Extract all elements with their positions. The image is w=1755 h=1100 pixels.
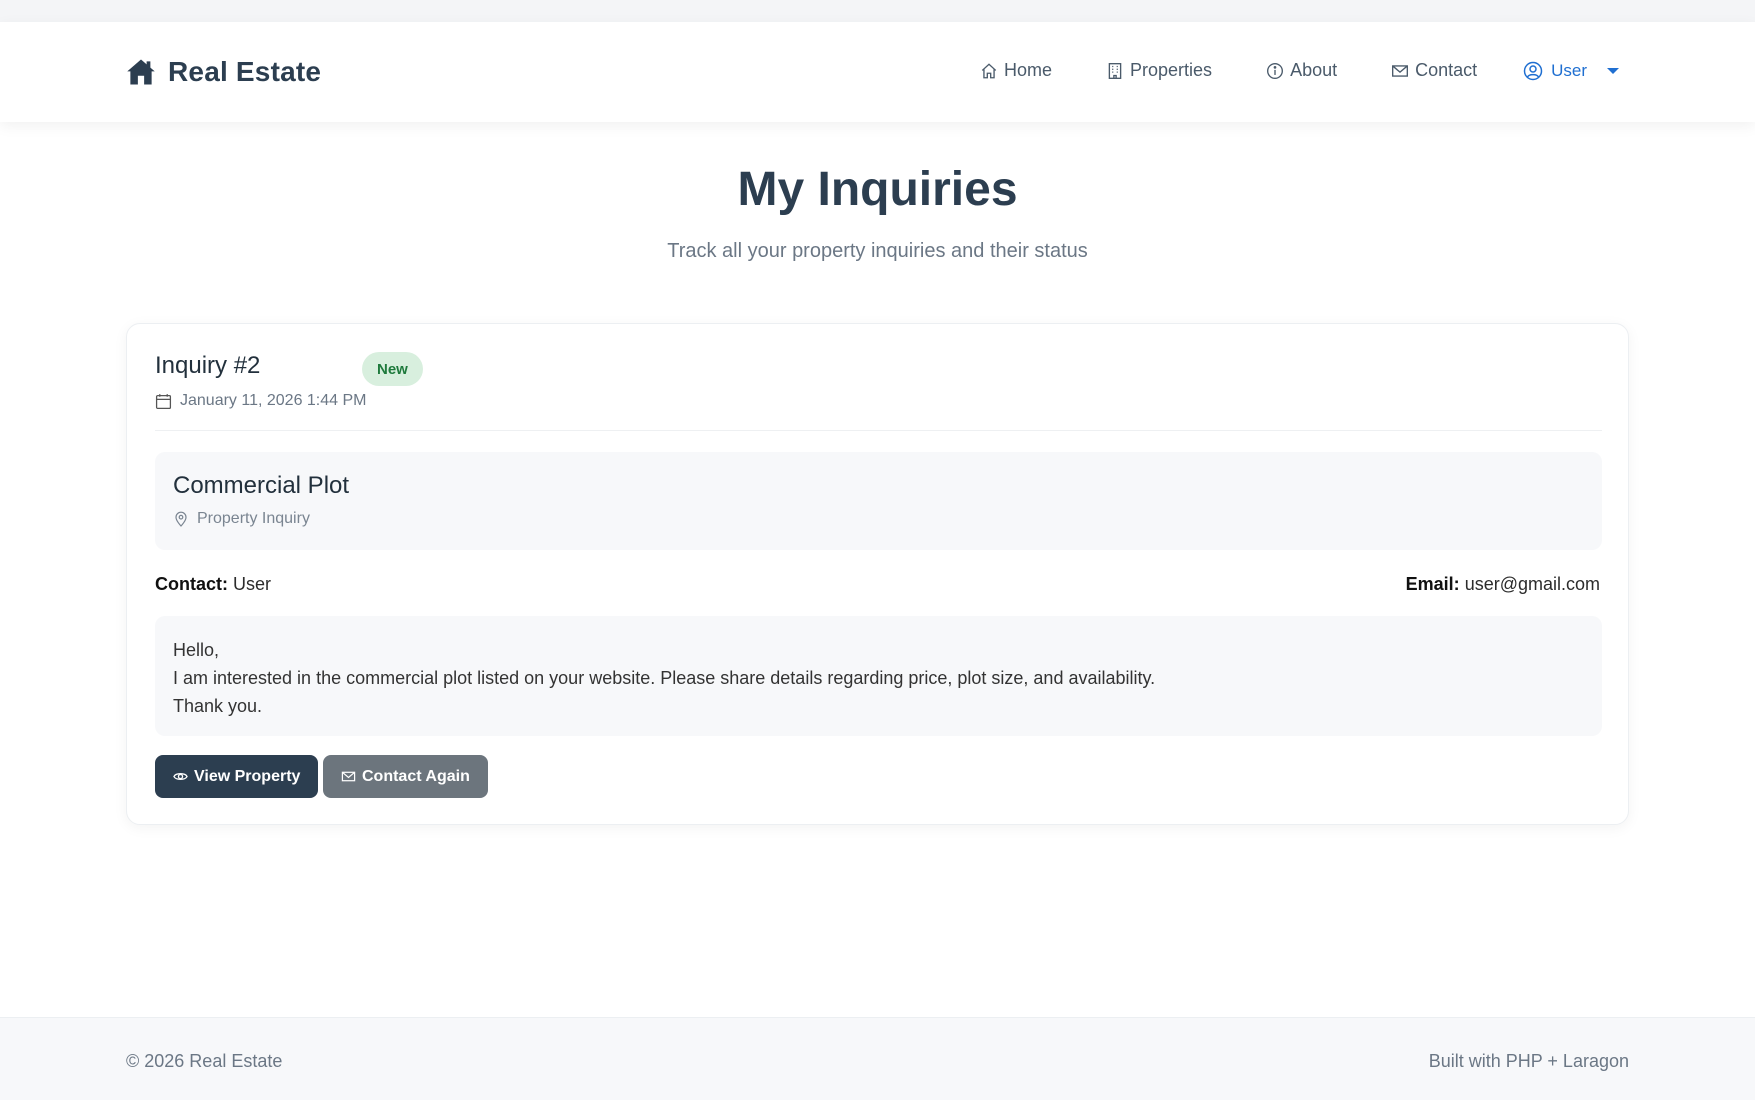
message-line: I am interested in the commercial plot l… xyxy=(173,668,1156,688)
inquiry-message: Hello, I am interested in the commercial… xyxy=(155,616,1602,736)
contact-value: User xyxy=(233,574,272,594)
nav-properties[interactable]: Properties xyxy=(1106,60,1212,81)
house-icon xyxy=(127,59,155,85)
user-circle-icon xyxy=(1523,61,1543,80)
map-pin-icon xyxy=(175,511,187,527)
navbar: Real Estate Home Properties About Contac… xyxy=(0,22,1755,122)
home-icon xyxy=(981,62,997,78)
inquiry-date-text: January 11, 2026 1:44 PM xyxy=(180,392,367,409)
info-icon xyxy=(1267,62,1284,79)
contact-again-label: Contact Again xyxy=(362,767,470,785)
divider xyxy=(155,430,1602,431)
property-name: Commercial Plot xyxy=(173,472,350,499)
eye-icon xyxy=(173,773,188,780)
page-title: My Inquiries xyxy=(737,163,1018,216)
property-type-text: Property Inquiry xyxy=(197,510,310,527)
nav-contact-label: Contact xyxy=(1415,60,1478,80)
page-subtitle: Track all your property inquiries and th… xyxy=(667,240,1088,262)
property-type: Property Inquiry xyxy=(173,510,310,528)
user-label: User xyxy=(1551,60,1588,80)
envelope-icon xyxy=(341,771,356,782)
main-nav: Home Properties About Contact User xyxy=(980,60,1620,81)
email-value: user@gmail.com xyxy=(1464,574,1600,594)
building-icon xyxy=(1108,62,1122,79)
inquiry-date: January 11, 2026 1:44 PM xyxy=(155,392,367,410)
user-dropdown[interactable]: User xyxy=(1523,60,1620,81)
email-label: Email: xyxy=(1405,574,1460,594)
nav-contact[interactable]: Contact xyxy=(1391,60,1477,81)
nav-properties-label: Properties xyxy=(1130,60,1213,80)
brand-logo[interactable]: Real Estate xyxy=(126,56,321,88)
brand-name: Real Estate xyxy=(168,56,322,87)
contact-row: Contact: User xyxy=(155,574,271,595)
view-property-label: View Property xyxy=(194,767,301,785)
email-row: Email: user@gmail.com xyxy=(1406,574,1600,595)
footer-copyright: © 2026 Real Estate xyxy=(126,1051,283,1071)
chevron-down-icon xyxy=(1607,67,1620,74)
contact-label: Contact: xyxy=(155,574,228,594)
contact-again-button[interactable]: Contact Again xyxy=(323,755,488,798)
nav-about-label: About xyxy=(1290,60,1338,80)
footer: © 2026 Real Estate Built with PHP + Lara… xyxy=(0,1017,1755,1100)
inquiry-title: Inquiry #2 xyxy=(155,352,261,379)
calendar-icon xyxy=(155,393,172,409)
envelope-icon xyxy=(1392,64,1409,77)
top-strip xyxy=(0,0,1755,22)
view-property-button[interactable]: View Property xyxy=(155,755,319,798)
footer-credit: Built with PHP + Laragon xyxy=(1428,1051,1629,1071)
nav-about[interactable]: About xyxy=(1266,60,1337,81)
inquiry-card: Inquiry #2 New January 11, 2026 1:44 PM … xyxy=(126,323,1629,825)
property-summary: Commercial Plot Property Inquiry xyxy=(155,452,1602,550)
nav-home[interactable]: Home xyxy=(980,60,1052,81)
message-line: Hello, xyxy=(173,640,220,660)
nav-home-label: Home xyxy=(1004,60,1053,80)
message-line: Thank you. xyxy=(173,696,263,716)
status-badge: New xyxy=(362,352,423,386)
